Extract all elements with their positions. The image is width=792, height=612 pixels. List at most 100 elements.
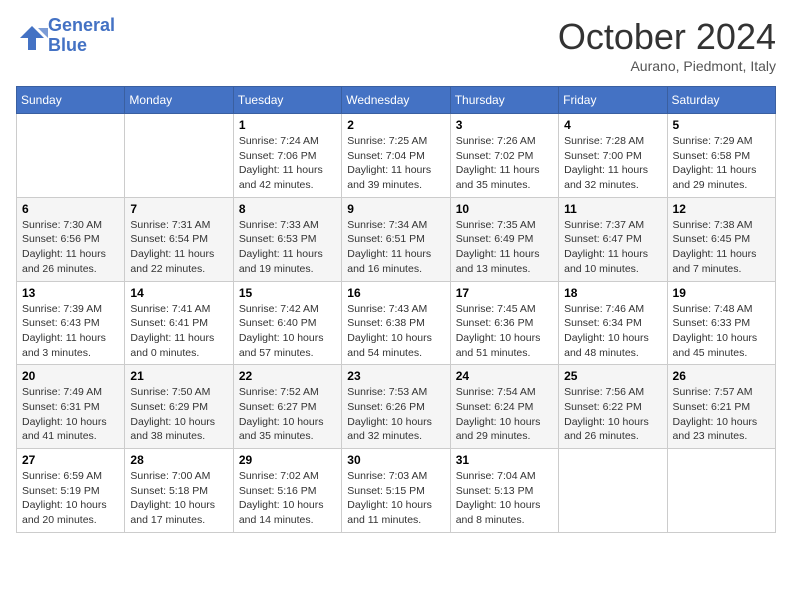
calendar-week-1: 1 Sunrise: 7:24 AM Sunset: 7:06 PM Daylig… (17, 114, 776, 198)
day-number: 18 (564, 286, 661, 300)
day-info: Sunrise: 7:38 AM Sunset: 6:45 PM Dayligh… (673, 218, 770, 277)
header-wednesday: Wednesday (342, 87, 450, 114)
day-number: 27 (22, 453, 119, 467)
calendar-week-2: 6Sunrise: 7:30 AM Sunset: 6:56 PM Daylig… (17, 197, 776, 281)
day-number: 13 (22, 286, 119, 300)
day-number: 9 (347, 202, 444, 216)
day-info: Sunrise: 7:03 AM Sunset: 5:15 PM Dayligh… (347, 469, 444, 528)
location: Aurano, Piedmont, Italy (558, 58, 776, 74)
calendar-week-5: 27Sunrise: 6:59 AM Sunset: 5:19 PM Dayli… (17, 449, 776, 533)
month-title: October 2024 (558, 16, 776, 58)
calendar-cell: 26 Sunrise: 7:57 AM Sunset: 6:21 PM Dayli… (667, 365, 775, 449)
calendar-cell: 11Sunrise: 7:37 AM Sunset: 6:47 PM Dayli… (559, 197, 667, 281)
day-info: Sunrise: 7:46 AM Sunset: 6:34 PM Dayligh… (564, 302, 661, 361)
calendar-cell: 28 Sunrise: 7:00 AM Sunset: 5:18 PM Dayli… (125, 449, 233, 533)
day-number: 31 (456, 453, 553, 467)
calendar-cell: 10 Sunrise: 7:35 AM Sunset: 6:49 PM Dayli… (450, 197, 558, 281)
day-info: Sunrise: 7:34 AM Sunset: 6:51 PM Dayligh… (347, 218, 444, 277)
day-info: Sunrise: 7:30 AM Sunset: 6:56 PM Dayligh… (22, 218, 119, 277)
day-number: 7 (130, 202, 227, 216)
calendar-cell: 17 Sunrise: 7:45 AM Sunset: 6:36 PM Dayli… (450, 281, 558, 365)
calendar-cell: 5 Sunrise: 7:29 AM Sunset: 6:58 PM Daylig… (667, 114, 775, 198)
day-info: Sunrise: 7:56 AM Sunset: 6:22 PM Dayligh… (564, 385, 661, 444)
day-number: 29 (239, 453, 336, 467)
logo-general: General (48, 15, 115, 35)
day-number: 1 (239, 118, 336, 132)
day-info: Sunrise: 7:53 AM Sunset: 6:26 PM Dayligh… (347, 385, 444, 444)
day-number: 4 (564, 118, 661, 132)
day-info: Sunrise: 7:52 AM Sunset: 6:27 PM Dayligh… (239, 385, 336, 444)
day-number: 20 (22, 369, 119, 383)
header-tuesday: Tuesday (233, 87, 341, 114)
day-number: 19 (673, 286, 770, 300)
day-info: Sunrise: 7:28 AM Sunset: 7:00 PM Dayligh… (564, 134, 661, 193)
day-info: Sunrise: 7:02 AM Sunset: 5:16 PM Dayligh… (239, 469, 336, 528)
day-info: Sunrise: 7:37 AM Sunset: 6:47 PM Dayligh… (564, 218, 661, 277)
calendar-week-4: 20 Sunrise: 7:49 AM Sunset: 6:31 PM Dayli… (17, 365, 776, 449)
calendar-cell: 9 Sunrise: 7:34 AM Sunset: 6:51 PM Daylig… (342, 197, 450, 281)
header-friday: Friday (559, 87, 667, 114)
calendar-cell: 29 Sunrise: 7:02 AM Sunset: 5:16 PM Dayli… (233, 449, 341, 533)
day-info: Sunrise: 7:29 AM Sunset: 6:58 PM Dayligh… (673, 134, 770, 193)
day-number: 12 (673, 202, 770, 216)
day-number: 8 (239, 202, 336, 216)
day-info: Sunrise: 7:35 AM Sunset: 6:49 PM Dayligh… (456, 218, 553, 277)
calendar-cell: 22Sunrise: 7:52 AM Sunset: 6:27 PM Dayli… (233, 365, 341, 449)
calendar-cell: 25 Sunrise: 7:56 AM Sunset: 6:22 PM Dayli… (559, 365, 667, 449)
calendar-cell: 24Sunrise: 7:54 AM Sunset: 6:24 PM Dayli… (450, 365, 558, 449)
day-info: Sunrise: 7:39 AM Sunset: 6:43 PM Dayligh… (22, 302, 119, 361)
logo-blue: Blue (48, 35, 87, 55)
day-number: 21 (130, 369, 227, 383)
day-number: 3 (456, 118, 553, 132)
day-info: Sunrise: 7:00 AM Sunset: 5:18 PM Dayligh… (130, 469, 227, 528)
calendar-cell: 8Sunrise: 7:33 AM Sunset: 6:53 PM Daylig… (233, 197, 341, 281)
day-info: Sunrise: 7:50 AM Sunset: 6:29 PM Dayligh… (130, 385, 227, 444)
calendar-cell: 21 Sunrise: 7:50 AM Sunset: 6:29 PM Dayli… (125, 365, 233, 449)
day-number: 25 (564, 369, 661, 383)
title-block: October 2024 Aurano, Piedmont, Italy (558, 16, 776, 74)
day-info: Sunrise: 7:57 AM Sunset: 6:21 PM Dayligh… (673, 385, 770, 444)
calendar-cell: 2Sunrise: 7:25 AM Sunset: 7:04 PM Daylig… (342, 114, 450, 198)
logo-icon (16, 22, 44, 50)
page-header: General Blue October 2024 Aurano, Piedmo… (16, 16, 776, 74)
calendar-cell: 16Sunrise: 7:43 AM Sunset: 6:38 PM Dayli… (342, 281, 450, 365)
day-number: 23 (347, 369, 444, 383)
calendar-cell: 13 Sunrise: 7:39 AM Sunset: 6:43 PM Dayli… (17, 281, 125, 365)
day-number: 5 (673, 118, 770, 132)
day-info: Sunrise: 7:26 AM Sunset: 7:02 PM Dayligh… (456, 134, 553, 193)
day-number: 10 (456, 202, 553, 216)
calendar-cell: 19 Sunrise: 7:48 AM Sunset: 6:33 PM Dayli… (667, 281, 775, 365)
calendar-cell: 7 Sunrise: 7:31 AM Sunset: 6:54 PM Daylig… (125, 197, 233, 281)
day-info: Sunrise: 7:49 AM Sunset: 6:31 PM Dayligh… (22, 385, 119, 444)
calendar-table: SundayMondayTuesdayWednesdayThursdayFrid… (16, 86, 776, 533)
day-number: 17 (456, 286, 553, 300)
calendar-cell: 14 Sunrise: 7:41 AM Sunset: 6:41 PM Dayli… (125, 281, 233, 365)
calendar-cell: 18 Sunrise: 7:46 AM Sunset: 6:34 PM Dayli… (559, 281, 667, 365)
header-saturday: Saturday (667, 87, 775, 114)
header-sunday: Sunday (17, 87, 125, 114)
calendar-cell (125, 114, 233, 198)
calendar-cell (17, 114, 125, 198)
calendar-cell: 15Sunrise: 7:42 AM Sunset: 6:40 PM Dayli… (233, 281, 341, 365)
calendar-cell: 4 Sunrise: 7:28 AM Sunset: 7:00 PM Daylig… (559, 114, 667, 198)
calendar-cell: 31Sunrise: 7:04 AM Sunset: 5:13 PM Dayli… (450, 449, 558, 533)
calendar-cell: 30 Sunrise: 7:03 AM Sunset: 5:15 PM Dayli… (342, 449, 450, 533)
logo: General Blue (16, 16, 115, 56)
day-number: 30 (347, 453, 444, 467)
day-info: Sunrise: 7:24 AM Sunset: 7:06 PM Dayligh… (239, 134, 336, 193)
calendar-cell: 3 Sunrise: 7:26 AM Sunset: 7:02 PM Daylig… (450, 114, 558, 198)
day-number: 24 (456, 369, 553, 383)
day-number: 14 (130, 286, 227, 300)
calendar-cell (667, 449, 775, 533)
day-number: 16 (347, 286, 444, 300)
calendar-cell: 20 Sunrise: 7:49 AM Sunset: 6:31 PM Dayli… (17, 365, 125, 449)
day-info: Sunrise: 7:42 AM Sunset: 6:40 PM Dayligh… (239, 302, 336, 361)
day-info: Sunrise: 7:48 AM Sunset: 6:33 PM Dayligh… (673, 302, 770, 361)
day-info: Sunrise: 7:41 AM Sunset: 6:41 PM Dayligh… (130, 302, 227, 361)
day-info: Sunrise: 7:31 AM Sunset: 6:54 PM Dayligh… (130, 218, 227, 277)
day-number: 26 (673, 369, 770, 383)
day-info: Sunrise: 7:45 AM Sunset: 6:36 PM Dayligh… (456, 302, 553, 361)
calendar-cell: 27Sunrise: 6:59 AM Sunset: 5:19 PM Dayli… (17, 449, 125, 533)
day-number: 28 (130, 453, 227, 467)
calendar-cell: 6Sunrise: 7:30 AM Sunset: 6:56 PM Daylig… (17, 197, 125, 281)
